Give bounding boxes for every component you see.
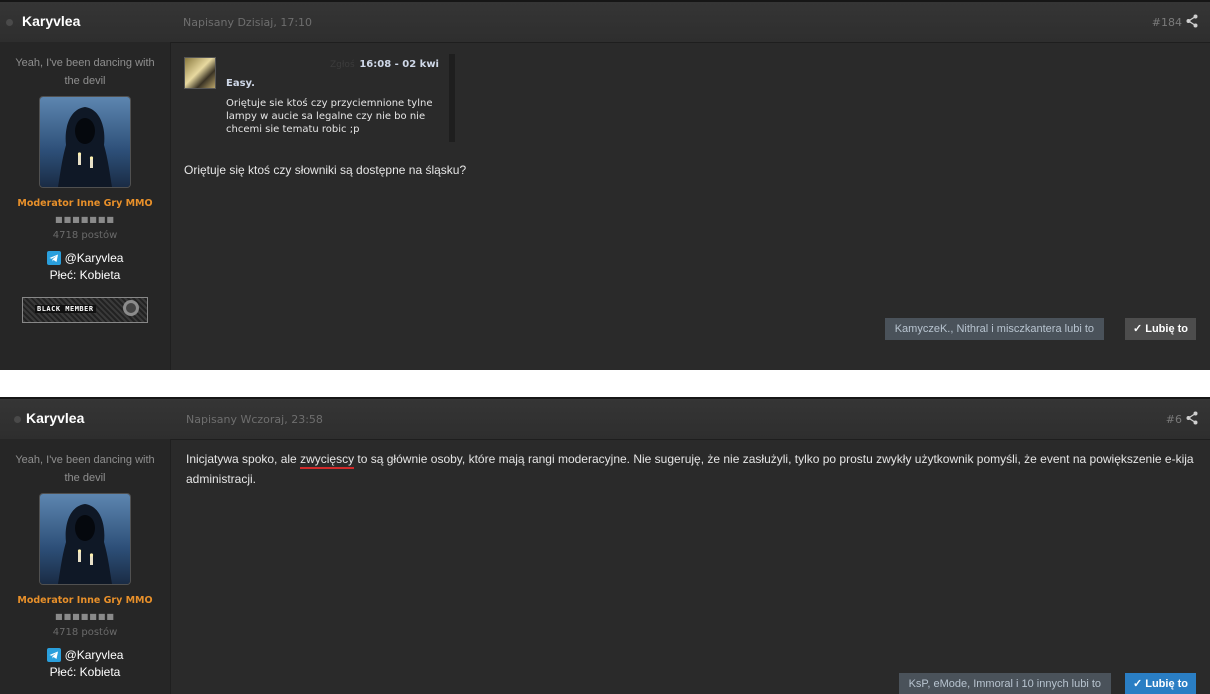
online-status-icon bbox=[14, 416, 21, 423]
post-count: 4718 postów bbox=[52, 627, 118, 638]
online-status-icon bbox=[6, 19, 13, 26]
likes-summary[interactable]: KsP, eMode, Immoral i 10 innych lubi to bbox=[898, 673, 1111, 694]
like-button[interactable]: ✓ Lubię to bbox=[1124, 318, 1196, 340]
badge-label: BLACK MEMBER bbox=[35, 305, 96, 313]
report-link[interactable]: Zgłoś bbox=[330, 60, 355, 70]
forum-post: Karyvlea Napisany Wczoraj, 23:58 #6 Yeah… bbox=[0, 397, 1210, 694]
likes-summary[interactable]: KamyczeK., Nithral i misczkantera lubi t… bbox=[884, 318, 1104, 340]
telegram-handle: @Karyvlea bbox=[64, 251, 124, 265]
rank-pips: ■■■■■■■ bbox=[55, 612, 115, 621]
post-number-link[interactable]: #184 bbox=[1152, 16, 1182, 29]
underlined-word: zwycięscy bbox=[300, 452, 355, 469]
user-sex: Płeć: Kobieta bbox=[49, 268, 121, 282]
telegram-icon bbox=[46, 648, 61, 662]
avatar[interactable] bbox=[39, 493, 131, 585]
forum-post: Karyvlea Napisany Dzisiaj, 17:10 #184 Ye… bbox=[0, 0, 1210, 370]
quoted-user-avatar[interactable] bbox=[184, 57, 216, 89]
post-author-name[interactable]: Karyvlea bbox=[22, 13, 80, 29]
gear-icon bbox=[123, 300, 139, 316]
post-date: Napisany Wczoraj, 23:58 bbox=[186, 413, 323, 426]
rank-pips: ■■■■■■■ bbox=[55, 215, 115, 224]
share-icon[interactable] bbox=[1186, 411, 1198, 425]
author-sidebar: Yeah, I've been dancing with the devil M… bbox=[0, 439, 171, 694]
black-member-badge: BLACK MEMBER bbox=[22, 297, 148, 323]
user-signature-quote: Yeah, I've been dancing with the devil bbox=[15, 454, 155, 484]
post-content: Inicjatywa spoko, ale zwycięscy to są gł… bbox=[184, 439, 1196, 694]
post-content: Zgłoś 16:08 - 02 kwi Easy. Oriętuje sie … bbox=[184, 42, 1196, 370]
telegram-contact[interactable]: @Karyvlea bbox=[0, 251, 170, 265]
quote-timestamp[interactable]: 16:08 - 02 kwi bbox=[359, 59, 439, 70]
post-body: Inicjatywa spoko, ale zwycięscy to są gł… bbox=[186, 449, 1194, 489]
user-role: Moderator Inne Gry MMO bbox=[17, 198, 153, 209]
post-number-link[interactable]: #6 bbox=[1166, 413, 1182, 426]
like-button[interactable]: ✓ Lubię to bbox=[1124, 673, 1196, 694]
user-signature-quote: Yeah, I've been dancing with the devil bbox=[15, 57, 155, 87]
post-count: 4718 postów bbox=[52, 230, 118, 241]
telegram-icon bbox=[46, 251, 61, 265]
post-body-text: Inicjatywa spoko, ale bbox=[186, 452, 301, 466]
post-author-name[interactable]: Karyvlea bbox=[26, 410, 84, 426]
avatar[interactable] bbox=[39, 96, 131, 188]
post-header: Karyvlea Napisany Dzisiaj, 17:10 #184 bbox=[0, 2, 1210, 43]
telegram-handle: @Karyvlea bbox=[64, 648, 124, 662]
post-date: Napisany Dzisiaj, 17:10 bbox=[183, 16, 313, 29]
user-role: Moderator Inne Gry MMO bbox=[17, 595, 153, 606]
quote-block: Zgłoś 16:08 - 02 kwi Easy. Oriętuje sie … bbox=[184, 54, 455, 142]
post-body: Oriętuje się ktoś czy słowniki są dostęp… bbox=[184, 163, 467, 177]
user-sex: Płeć: Kobieta bbox=[49, 665, 121, 679]
share-icon[interactable] bbox=[1186, 14, 1198, 28]
quote-text: Oriętuje sie ktoś czy przyciemnione tyln… bbox=[226, 98, 433, 135]
author-sidebar: Yeah, I've been dancing with the devil M… bbox=[0, 42, 171, 370]
quoted-author-name[interactable]: Easy. bbox=[226, 78, 255, 89]
telegram-contact[interactable]: @Karyvlea bbox=[0, 648, 170, 662]
post-header: Karyvlea Napisany Wczoraj, 23:58 #6 bbox=[0, 399, 1210, 440]
